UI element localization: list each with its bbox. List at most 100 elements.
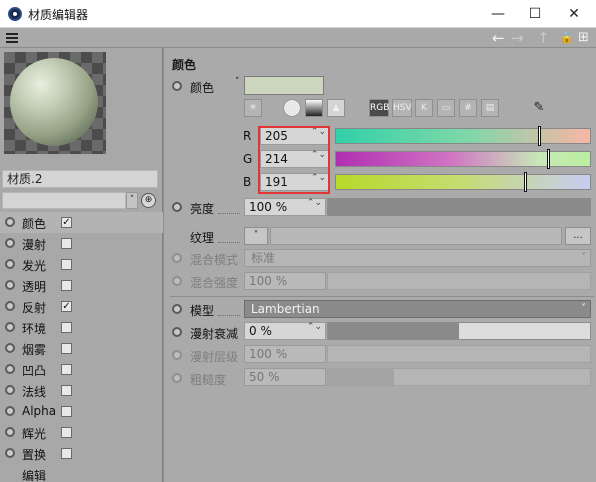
menu-icon[interactable] [6, 33, 18, 43]
image-mode-icon[interactable]: ▲ [327, 99, 345, 117]
preview-sphere [10, 58, 98, 146]
channel-label: 漫射 [22, 238, 47, 252]
channel-item[interactable]: Alpha [0, 401, 163, 422]
diffuse-falloff-input[interactable]: 0 % ⌃⌄ [244, 322, 326, 340]
channel-checkbox[interactable] [61, 343, 72, 354]
color-param-dot[interactable] [172, 81, 182, 91]
channel-dot [5, 364, 15, 374]
channel-checkbox[interactable] [61, 385, 72, 396]
channel-item[interactable]: 辉光 [0, 422, 163, 443]
channel-checkbox[interactable] [61, 280, 72, 291]
channel-r-slider[interactable] [335, 126, 591, 146]
channel-label: 发光 [22, 259, 47, 273]
color-dropdown-arrow[interactable]: ˅ [235, 77, 240, 87]
diffuse-level-slider [327, 345, 591, 363]
channel-item[interactable]: 漫射 [0, 233, 163, 254]
material-dropdown[interactable] [2, 192, 126, 209]
channel-label: 反射 [22, 301, 47, 315]
material-preview[interactable] [4, 52, 106, 154]
color-wheel-mode-icon[interactable]: ✳ [244, 99, 262, 117]
toolbar: ← → ↑ 🔒 ⊞ [0, 28, 596, 48]
channel-checkbox[interactable] [61, 238, 72, 249]
channel-checkbox[interactable] [61, 364, 72, 375]
channel-b-label: B [243, 175, 252, 189]
channel-checkbox[interactable] [61, 322, 72, 333]
diffuse-level-param-dot [172, 350, 182, 360]
close-button[interactable]: ✕ [556, 2, 592, 26]
channel-checkbox[interactable] [61, 406, 72, 417]
channel-item[interactable]: 编辑 [0, 464, 163, 482]
channel-item[interactable]: 发光 [0, 254, 163, 275]
gradient-mode-icon[interactable] [305, 99, 323, 117]
blend-mode-param-dot [172, 253, 182, 263]
channel-label: Alpha [22, 404, 57, 418]
kelvin-mode-button[interactable]: K [415, 99, 433, 117]
channel-item[interactable]: 置换 [0, 443, 163, 464]
slider-handle[interactable] [524, 172, 527, 192]
roughness-input: 50 % [244, 368, 326, 386]
slider-handle[interactable] [538, 126, 541, 146]
model-param-dot[interactable] [172, 304, 182, 314]
channel-checkbox[interactable] [61, 448, 72, 459]
texture-dropdown-button[interactable]: ˅ [244, 227, 268, 245]
cinema4d-app-icon [8, 7, 22, 21]
channel-label: 辉光 [22, 427, 47, 441]
channel-g-slider[interactable] [335, 149, 591, 169]
maximize-button[interactable]: ☐ [517, 2, 553, 26]
chevron-down-icon[interactable]: ˅ [126, 192, 138, 209]
channel-item[interactable]: 颜色 ✓ [0, 212, 163, 233]
channel-dot [5, 385, 15, 395]
rgb-mode-button[interactable]: RGB [369, 99, 389, 117]
brightness-input[interactable]: 100 % ⌃⌄ [244, 198, 326, 216]
palette-mode-button[interactable]: ▤ [481, 99, 499, 117]
texture-more-button[interactable]: ... [565, 227, 591, 245]
channel-item[interactable]: 凹凸 [0, 359, 163, 380]
eyedropper-icon[interactable]: ✎ [530, 99, 548, 117]
mixer-mode-button[interactable]: ▭ [437, 99, 455, 117]
attributes-panel: 颜色 颜色 ˅ ✳ ▲ RGB HSV K ▭ # ▤ ✎ R 205 ⌃⌄ G … [164, 48, 596, 482]
blend-strength-input: 100 % [244, 272, 326, 290]
diffuse-falloff-param-dot[interactable] [172, 327, 182, 337]
channel-dot [5, 217, 15, 227]
model-label: 模型 [190, 304, 215, 318]
channel-checkbox[interactable]: ✓ [61, 217, 72, 228]
spectrum-mode-icon[interactable] [283, 99, 301, 117]
channel-label: 编辑 [22, 469, 47, 482]
channel-label: 烟雾 [22, 343, 47, 357]
brightness-param-dot[interactable] [172, 202, 182, 212]
hsv-mode-button[interactable]: HSV [392, 99, 412, 117]
channel-item[interactable]: 法线 [0, 380, 163, 401]
channel-item[interactable]: 反射 ✓ [0, 296, 163, 317]
minimize-button[interactable]: — [480, 2, 516, 26]
back-arrow-icon[interactable]: ← [492, 29, 505, 47]
new-window-icon[interactable]: ⊞ [578, 29, 589, 47]
channel-checkbox[interactable] [61, 427, 72, 438]
material-name-field[interactable]: 材质.2 [2, 170, 158, 188]
channel-checkbox[interactable] [61, 259, 72, 270]
section-title: 颜色 [172, 58, 197, 72]
color-label: 颜色 [190, 81, 215, 95]
channel-item[interactable]: 烟雾 [0, 338, 163, 359]
target-icon[interactable]: ⊕ [141, 193, 156, 208]
left-panel: 材质.2 ˅ ⊕ 颜色 ✓ 漫射发光透明反射 ✓ 环境烟雾凹凸 法线 Alpha 辉光置换编辑 [0, 48, 163, 482]
forward-arrow-icon[interactable]: → [511, 29, 524, 47]
channel-r-label: R [243, 129, 252, 143]
channel-checkbox[interactable]: ✓ [61, 301, 72, 312]
channel-item[interactable]: 透明 [0, 275, 163, 296]
texture-field[interactable] [270, 227, 562, 245]
dot-leader [218, 242, 240, 243]
channel-dot [5, 259, 15, 269]
channel-b-slider[interactable] [335, 172, 591, 192]
channel-dot [5, 448, 15, 458]
hex-mode-button[interactable]: # [459, 99, 477, 117]
model-select[interactable]: Lambertian ˅ [244, 300, 591, 318]
channel-label: 颜色 [22, 217, 47, 231]
brightness-slider[interactable] [327, 198, 591, 216]
color-swatch[interactable] [244, 76, 324, 95]
up-arrow-icon[interactable]: ↑ [537, 29, 550, 47]
diffuse-falloff-slider[interactable] [327, 322, 591, 340]
separator [170, 296, 594, 297]
channel-item[interactable]: 环境 [0, 317, 163, 338]
slider-handle[interactable] [547, 149, 550, 169]
lock-icon[interactable]: 🔒 [560, 29, 574, 47]
